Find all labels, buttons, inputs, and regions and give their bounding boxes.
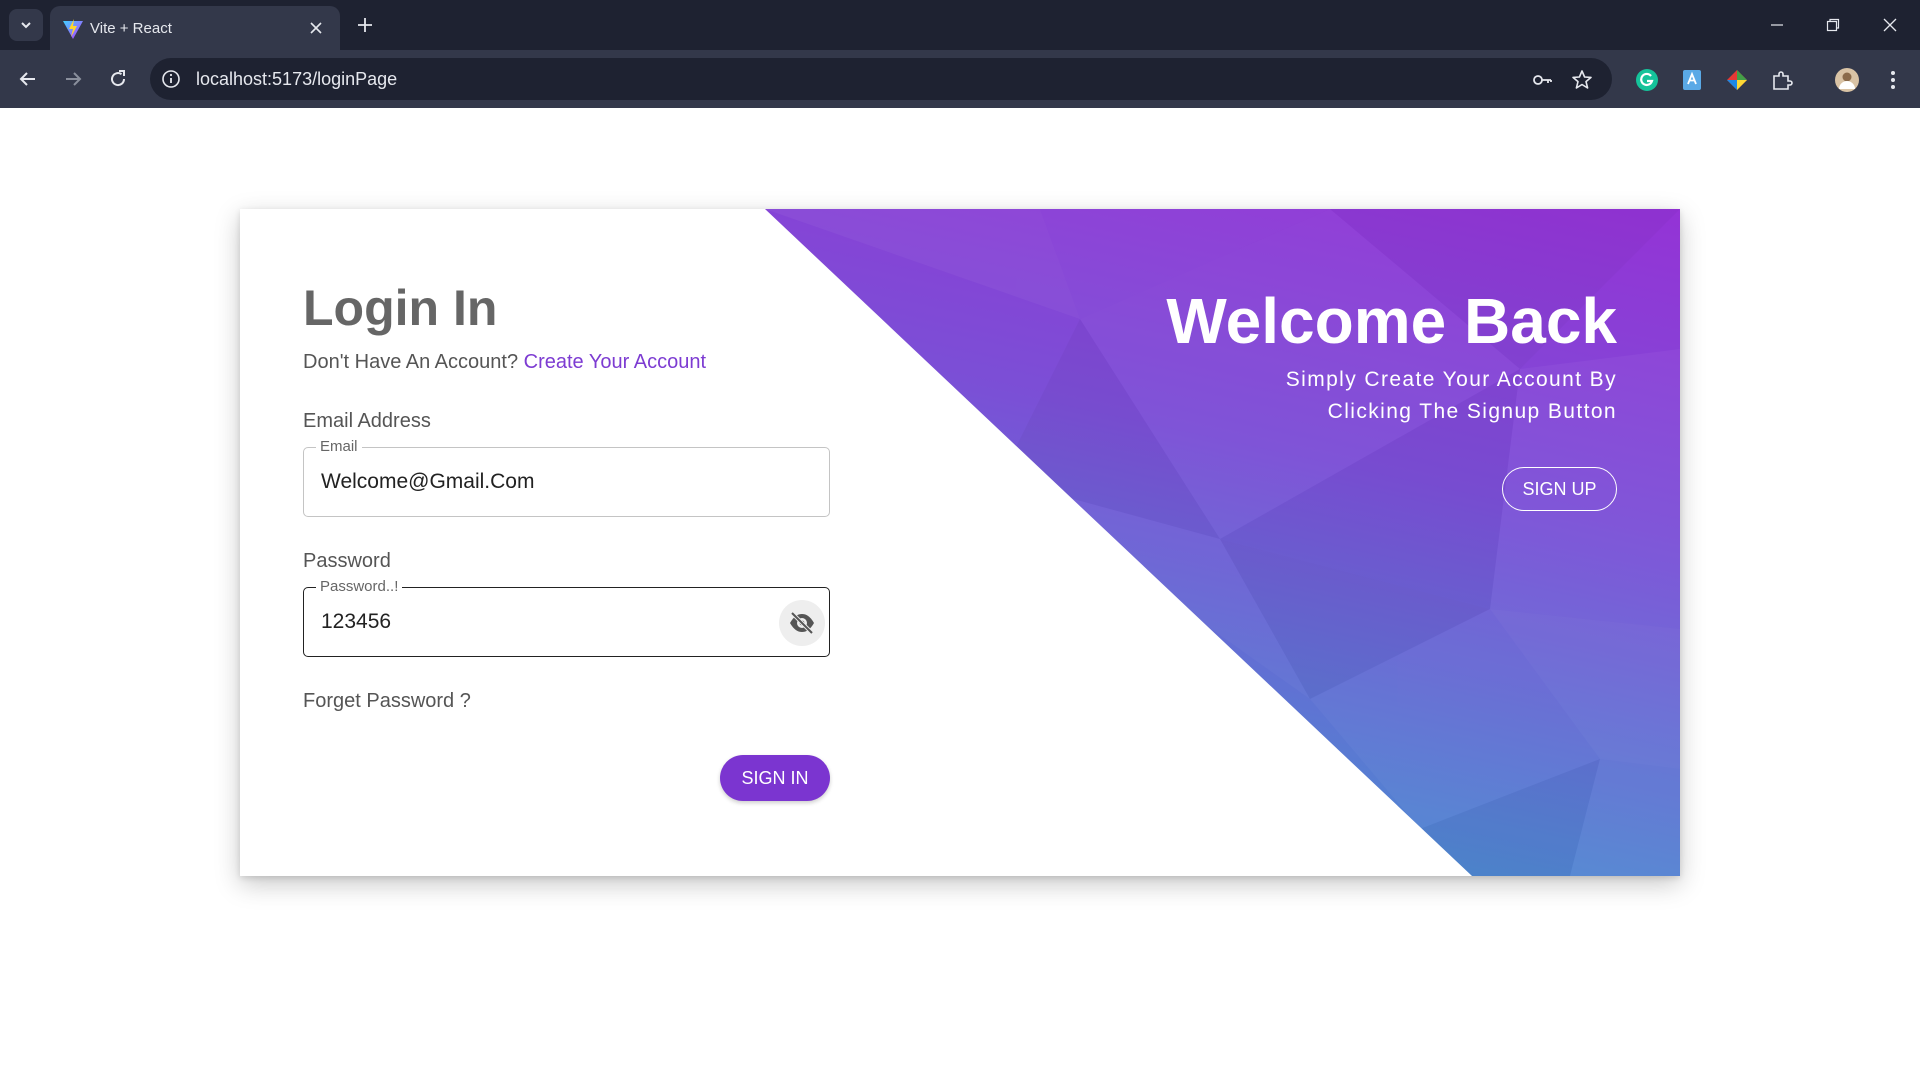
profile-avatar-icon[interactable] <box>1834 67 1860 93</box>
password-value[interactable]: 123456 <box>321 610 391 634</box>
minimize-icon[interactable] <box>1762 10 1792 40</box>
welcome-subtext: Simply Create Your Account By Clicking T… <box>1285 368 1617 423</box>
back-arrow-icon[interactable] <box>13 64 43 94</box>
email-floating-label: Email <box>316 439 362 455</box>
site-info-icon[interactable] <box>160 68 182 90</box>
signup-prompt: Don't Have An Account? Create Your Accou… <box>303 351 706 374</box>
create-account-link[interactable]: Create Your Account <box>524 351 706 373</box>
tab-search-button[interactable] <box>9 9 43 41</box>
password-key-icon[interactable] <box>1530 68 1554 92</box>
new-tab-plus-icon[interactable] <box>352 12 378 38</box>
grammarly-extension-icon[interactable] <box>1634 67 1660 93</box>
password-floating-label: Password..! <box>316 579 403 595</box>
reload-icon[interactable] <box>103 64 133 94</box>
browser-toolbar: localhost:5173/loginPage <box>0 50 1920 108</box>
eye-off-icon <box>790 611 814 635</box>
color-picker-extension-icon[interactable] <box>1724 67 1750 93</box>
sign-up-button[interactable]: SIGN UP <box>1502 467 1617 511</box>
browser-tab[interactable]: Vite + React <box>50 6 340 50</box>
bookmark-star-icon[interactable] <box>1570 68 1594 92</box>
extensions-puzzle-icon[interactable] <box>1769 67 1795 93</box>
vite-logo-icon <box>63 19 83 39</box>
login-title: Login In <box>303 280 498 336</box>
email-field[interactable]: Email Welcome@Gmail.Com <box>303 439 830 517</box>
email-value[interactable]: Welcome@Gmail.Com <box>321 470 534 494</box>
browser-tab-bar: Vite + React <box>0 0 1920 50</box>
tab-close-icon[interactable] <box>306 18 326 38</box>
forward-arrow-icon[interactable] <box>58 64 88 94</box>
address-bar[interactable]: localhost:5173/loginPage <box>150 58 1612 100</box>
email-address-label: Email Address <box>303 410 431 432</box>
welcome-heading: Welcome Back <box>1166 285 1617 357</box>
url-text[interactable]: localhost:5173/loginPage <box>196 69 397 90</box>
signup-prompt-text: Don't Have An Account? <box>303 351 519 373</box>
toggle-password-visibility-button[interactable] <box>779 600 825 646</box>
forget-password-link[interactable]: Forget Password ? <box>303 690 471 713</box>
login-card: Login In Don't Have An Account? Create Y… <box>240 209 1680 876</box>
chevron-down-icon <box>21 22 31 29</box>
restore-icon[interactable] <box>1818 10 1848 40</box>
sign-in-button[interactable]: SIGN IN <box>720 755 830 801</box>
translate-extension-icon[interactable] <box>1679 67 1705 93</box>
close-window-icon[interactable] <box>1875 10 1905 40</box>
browser-menu-icon[interactable] <box>1880 67 1906 93</box>
password-label: Password <box>303 550 391 572</box>
password-field[interactable]: Password..! 123456 <box>303 579 830 657</box>
tab-title: Vite + React <box>90 20 172 37</box>
